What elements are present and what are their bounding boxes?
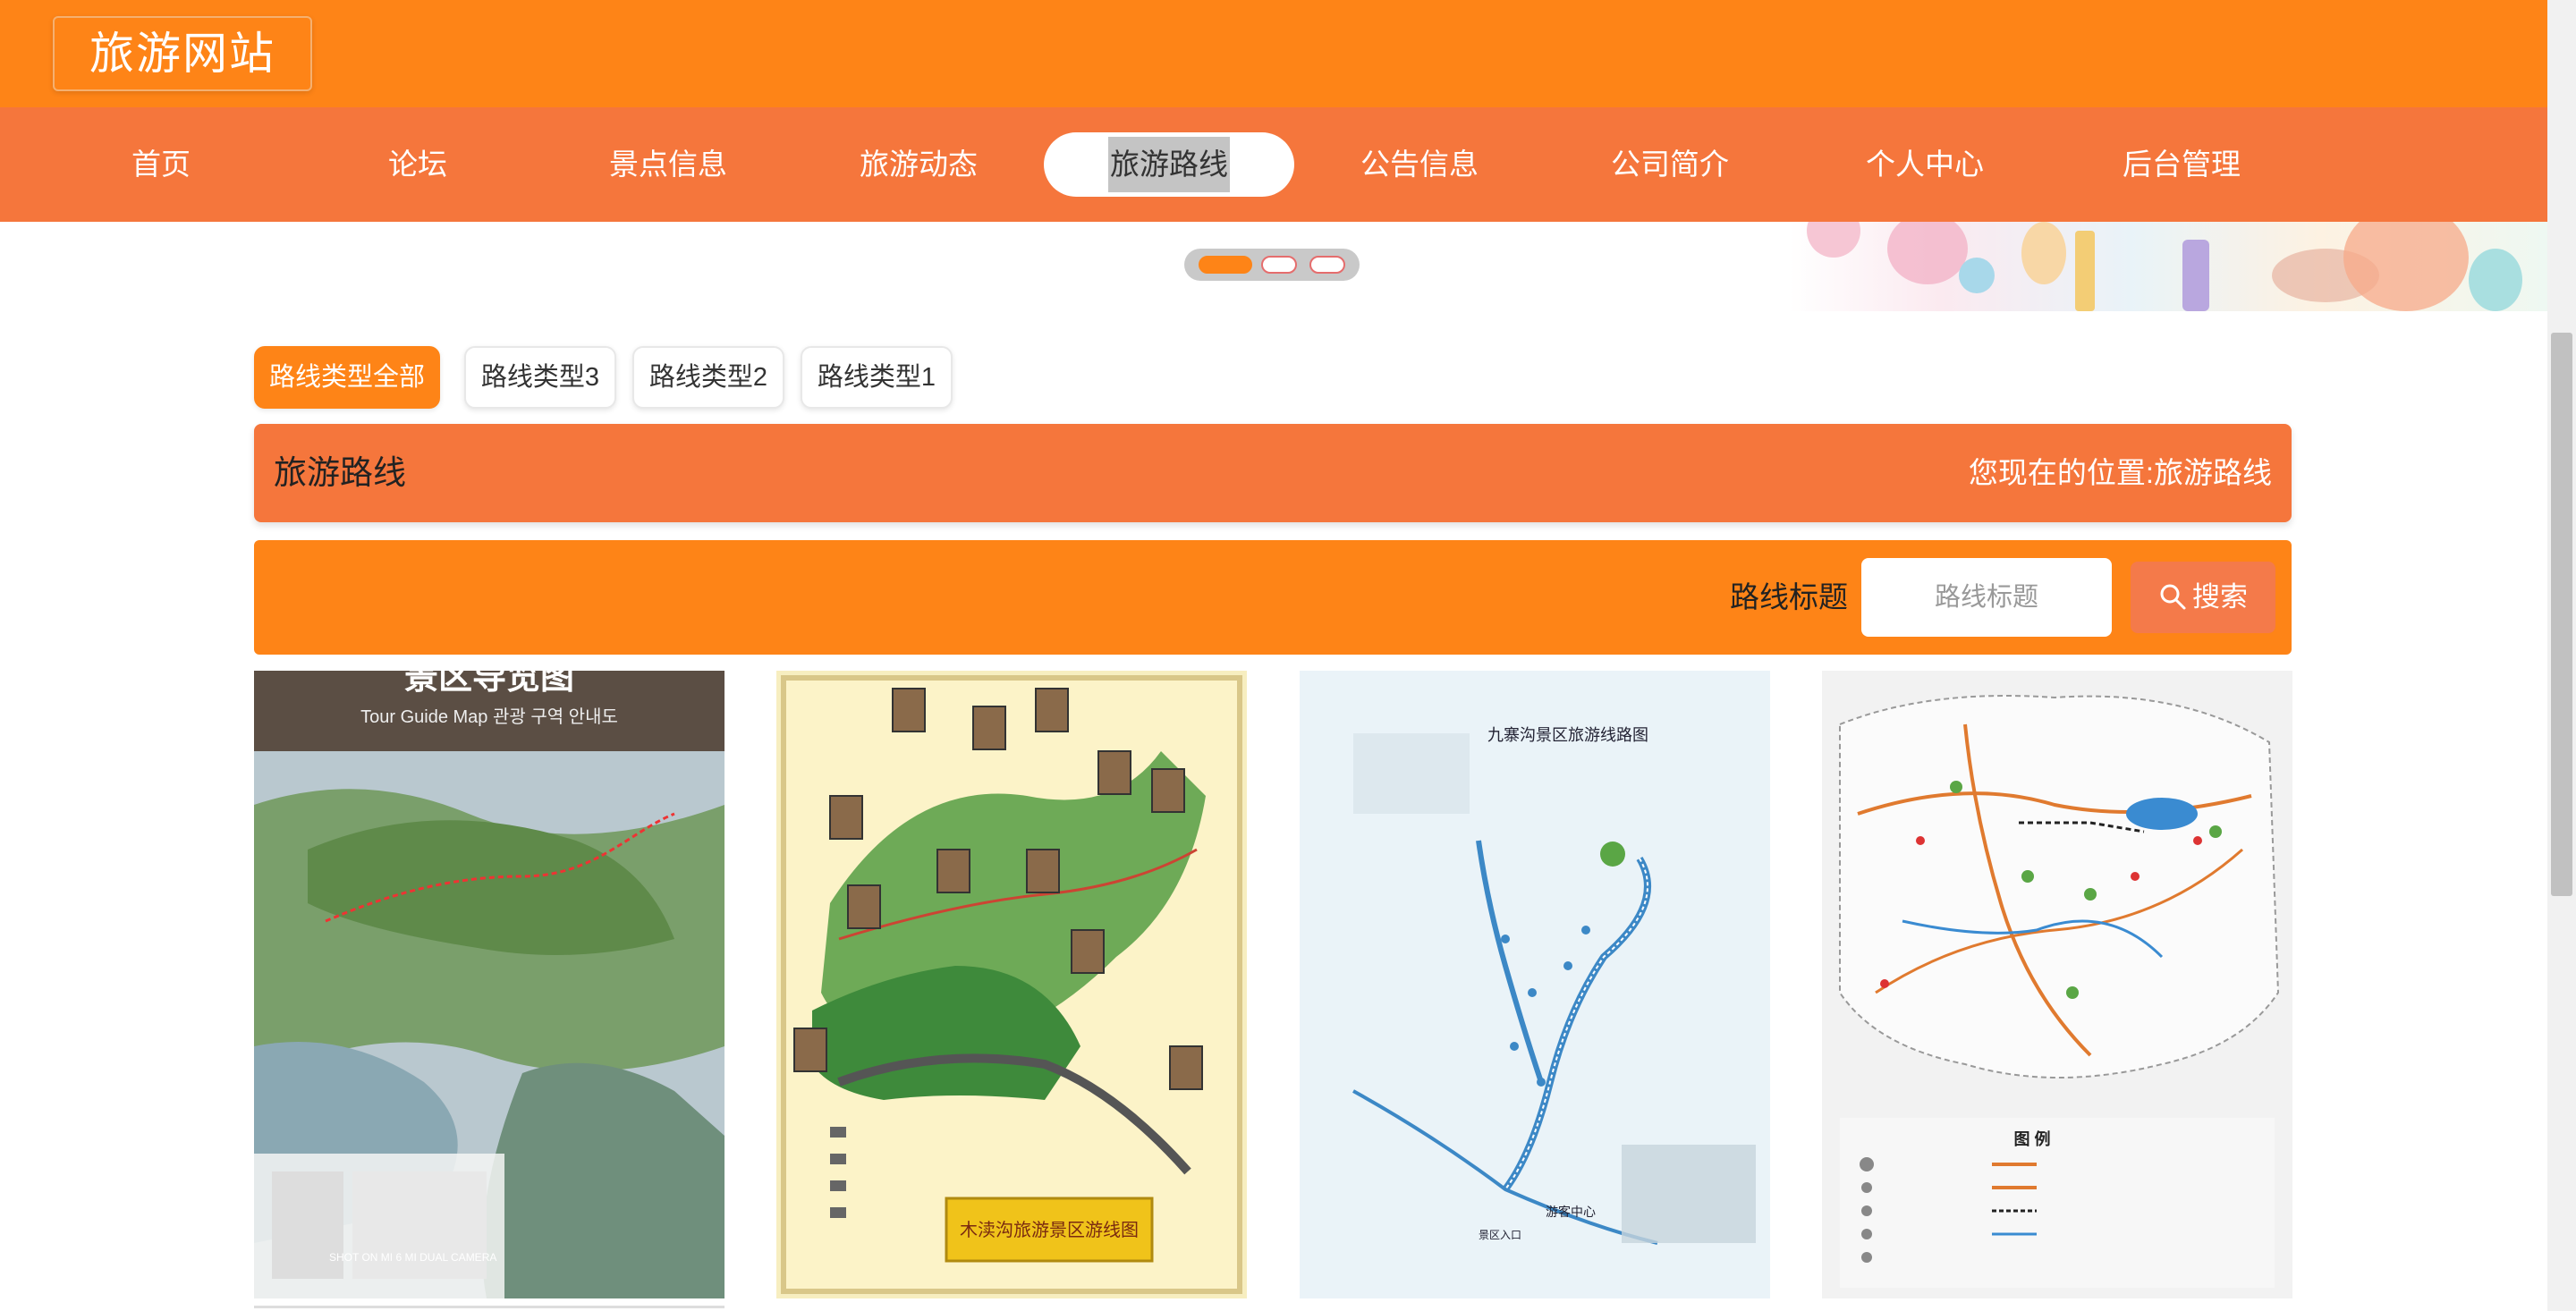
- site-title[interactable]: 旅游网站: [53, 16, 312, 91]
- route-card-image: 九寨沟景区旅游线路图 游客中心 景区入口: [1300, 671, 1770, 1298]
- card-image-title: 九寨沟景区旅游线路图: [1487, 726, 1648, 744]
- route-card-image: 景区导览图 Tour Guide Map 관광 구역 안내도 SHOT ON M…: [254, 671, 724, 1298]
- breadcrumb-prefix: 您现在的位置:: [1968, 456, 2154, 489]
- card-image-subtitle: Tour Guide Map 관광 구역 안내도: [360, 706, 618, 727]
- category-type1-button[interactable]: 路线类型1: [801, 346, 953, 409]
- nav-item-forum[interactable]: 论坛: [292, 132, 543, 197]
- nav-item-travel-routes[interactable]: 旅游路线: [1044, 132, 1294, 197]
- route-card-image: 图 例: [1822, 671, 2292, 1298]
- route-card[interactable]: 景区导览图 Tour Guide Map 관광 구역 안내도 SHOT ON M…: [254, 671, 724, 1298]
- route-card[interactable]: 九寨沟景区旅游线路图 游客中心 景区入口: [1300, 671, 1770, 1298]
- nav-item-company-profile[interactable]: 公司简介: [1545, 132, 1795, 197]
- carousel-dot-3[interactable]: [1309, 256, 1345, 274]
- carousel-dot-1[interactable]: [1199, 256, 1252, 274]
- card-image-title: 景区导览图: [404, 671, 574, 697]
- nav-item-admin[interactable]: 后台管理: [2056, 132, 2307, 197]
- section-title: 旅游路线: [274, 454, 406, 491]
- card-image-title: 图 例: [2013, 1129, 2050, 1148]
- breadcrumb-current[interactable]: 旅游路线: [2154, 456, 2272, 489]
- nav-item-attractions[interactable]: 景点信息: [543, 132, 793, 197]
- nav-item-announcements[interactable]: 公告信息: [1294, 132, 1545, 197]
- route-card[interactable]: 木渎沟旅游景区游线图: [776, 671, 1247, 1298]
- card-row-divider: [254, 1306, 724, 1308]
- nav-item-home[interactable]: 首页: [36, 132, 286, 197]
- card-image-label-center: 游客中心: [1546, 1205, 1596, 1219]
- nav-item-personal-center[interactable]: 个人中心: [1800, 132, 2050, 197]
- card-image-caption: SHOT ON MI 6 MI DUAL CAMERA: [329, 1251, 496, 1264]
- card-image-title: 木渎沟旅游景区游线图: [960, 1220, 1139, 1240]
- main-nav: 首页 论坛 景点信息 旅游动态 旅游路线 公告信息 公司简介 个人中心 后台管理: [0, 107, 2547, 222]
- category-type3-button[interactable]: 路线类型3: [464, 346, 616, 409]
- banner-image: [1789, 222, 2547, 311]
- search-label: 路线标题: [1730, 580, 1848, 613]
- category-type2-button[interactable]: 路线类型2: [632, 346, 784, 409]
- search-button-label: 搜索: [2192, 581, 2248, 613]
- card-image-label-entry: 景区入口: [1479, 1229, 1521, 1241]
- route-card[interactable]: 图 例: [1822, 671, 2292, 1298]
- carousel-dot-2[interactable]: [1261, 256, 1297, 274]
- breadcrumb: 您现在的位置:旅游路线: [1969, 424, 2272, 522]
- section-title-bar: 旅游路线 您现在的位置:旅游路线: [254, 424, 2292, 522]
- search-bar: 路线标题 搜索: [254, 540, 2292, 655]
- page-scrollbar-thumb[interactable]: [2551, 333, 2572, 896]
- search-icon: [2160, 584, 2186, 610]
- route-title-search-input[interactable]: [1861, 558, 2112, 637]
- route-card-image: 木渎沟旅游景区游线图: [776, 671, 1247, 1298]
- search-button[interactable]: 搜索: [2131, 562, 2275, 633]
- nav-item-travel-routes-label: 旅游路线: [1108, 137, 1230, 192]
- category-all-button[interactable]: 路线类型全部: [254, 346, 440, 409]
- banner-carousel: [0, 222, 2547, 311]
- nav-item-travel-news[interactable]: 旅游动态: [793, 132, 1044, 197]
- carousel-indicator: [1184, 249, 1360, 281]
- top-header: 旅游网站: [0, 0, 2547, 107]
